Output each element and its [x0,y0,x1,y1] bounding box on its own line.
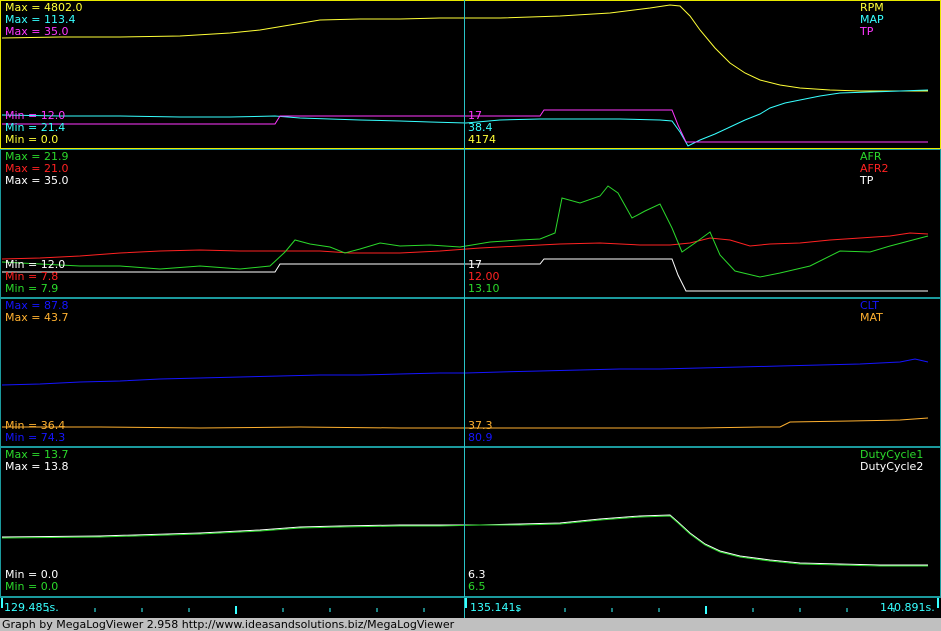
cursor-value-afr: 13.10 [468,282,500,295]
legend-dutycycle2[interactable]: DutyCycle2 [860,461,923,473]
max-label-tp: Max = 35.0 [5,25,69,38]
time-cursor[interactable] [464,0,465,618]
legend-tp[interactable]: TP [860,26,873,38]
max-label-dutycycle2: Max = 13.8 [5,460,69,473]
cursor-value-rpm: 4174 [468,133,496,146]
cursor-value-dutycycle1: 6.5 [468,580,486,593]
status-bar-text: Graph by MegaLogViewer 2.958 http://www.… [2,618,455,631]
min-label-clt: Min = 74.3 [5,431,66,444]
afr-trace [1,185,929,278]
min-label-rpm: Min = 0.0 [5,133,59,146]
mat-trace [2,417,929,429]
time-end-label: 140.891s. [880,601,935,614]
max-label-mat: Max = 43.7 [5,311,69,324]
clt-trace [1,358,929,386]
dutycycle1-trace [1,515,928,567]
time-axis[interactable]: 129.485s. 135.141s 140.891s. [0,597,941,619]
time-start-label: 129.485s. [4,601,59,614]
trace-canvas [1,4,929,567]
max-label-tp: Max = 35.0 [5,174,69,187]
min-label-afr: Min = 7.9 [5,282,59,295]
map-trace [1,89,929,147]
cursor-value-clt: 80.9 [468,431,493,444]
time-cursor-label: 135.141s [470,601,522,614]
legend-mat[interactable]: MAT [860,312,883,324]
dutycycle2-trace [1,514,928,566]
tp-trace [2,109,928,143]
tp2-trace [2,258,928,292]
rpm-trace [1,4,928,92]
legend-tp[interactable]: TP [860,175,873,187]
min-label-dutycycle1: Min = 0.0 [5,580,59,593]
status-bar: Graph by MegaLogViewer 2.958 http://www.… [0,618,941,631]
